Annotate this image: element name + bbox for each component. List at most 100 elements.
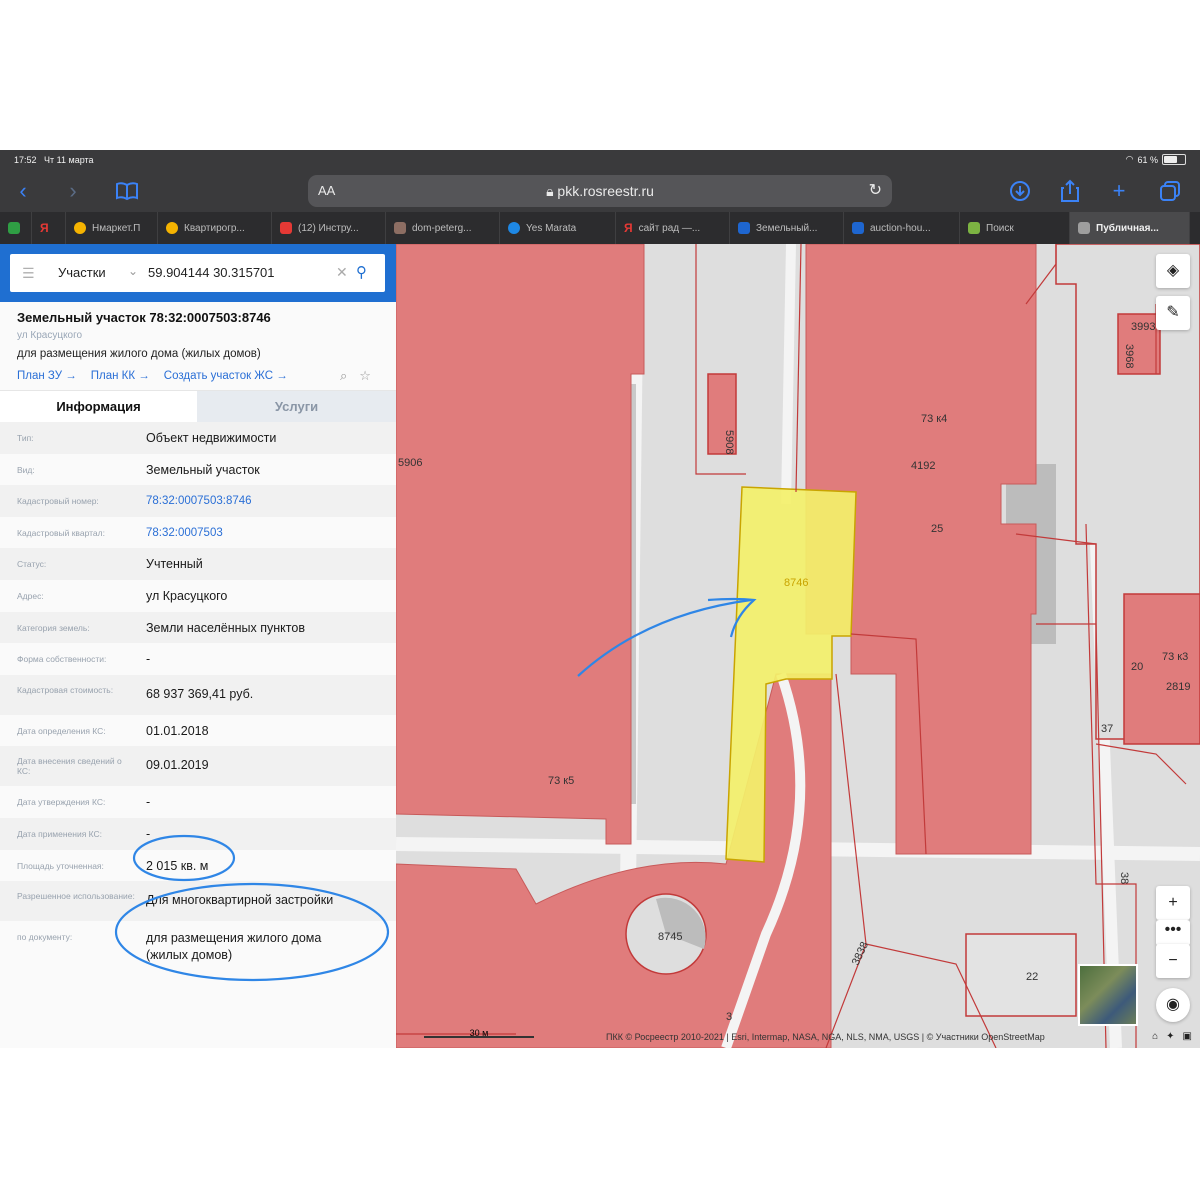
table-row: Дата определения КС: 01.01.2018 (17, 723, 209, 738)
label-37: 37 (1101, 723, 1113, 735)
tab-favicon (280, 222, 292, 234)
table-row: Форма собственности: - (17, 652, 151, 667)
address-bar[interactable]: АА 🔒︎ pkk.rosreestr.ru ↻ (308, 175, 892, 207)
chevron-down-icon[interactable]: ⌄ (128, 264, 138, 278)
tab-favicon (1078, 222, 1090, 234)
browser-tab-active[interactable]: Публичная... (1070, 212, 1190, 244)
status-time-date: 17:52 Чт 11 марта (14, 155, 94, 165)
table-row: Кадастровая стоимость: 68 937 369,41 руб. (0, 674, 396, 715)
table-row: Разрешенное использование: Для многокварт… (0, 881, 396, 922)
search-box: ☰ Участки ⌄ 59.904144 30.315701 ✕ ⚲ (10, 254, 385, 292)
more-icon[interactable]: ••• (1156, 920, 1190, 946)
tab-favicon (968, 222, 980, 234)
label-22: 22 (1026, 971, 1038, 983)
zoom-in-button[interactable]: + (1156, 886, 1190, 920)
clear-icon[interactable]: ✕ (336, 264, 348, 281)
menu-icon[interactable]: ☰ (22, 265, 35, 282)
back-button[interactable]: ‹ (8, 176, 38, 206)
table-row: Статус: Учтенный (0, 548, 396, 580)
browser-toolbar: ‹ › АА 🔒︎ pkk.rosreestr.ru ↻ + (0, 170, 1200, 212)
label-8746: 8746 (784, 577, 808, 589)
plan-zu-link[interactable]: План ЗУ → (17, 370, 77, 382)
label-3: 3 (726, 1011, 732, 1023)
create-parcel-link[interactable]: Создать участок ЖС → (164, 370, 288, 382)
ruler-icon[interactable]: ✎ (1156, 296, 1190, 330)
browser-tab[interactable]: Квартирогр... (158, 212, 272, 244)
label-73k3: 73 к3 (1162, 651, 1188, 663)
tab-favicon (852, 222, 864, 234)
parcel-address: ул Красуцкого (17, 330, 83, 341)
browser-tab[interactable]: Земельный... (730, 212, 844, 244)
label-8745: 8745 (658, 931, 682, 943)
browser-tab[interactable]: dom-peterg... (386, 212, 500, 244)
tab-favicon (394, 222, 406, 234)
tab-favicon (8, 222, 20, 234)
label-20: 20 (1131, 661, 1143, 673)
ipad-screen: 17:52 Чт 11 марта ◠ 61 % ‹ › АА 🔒︎ pkk.r… (0, 150, 1200, 1048)
attributes-table: Тип: Объект недвижимости Вид: Земельный уч… (0, 422, 396, 981)
search-input[interactable]: 59.904144 30.315701 (148, 265, 275, 280)
lock-icon: 🔒︎ (546, 183, 554, 199)
table-row: Дата внесения сведений о КС: 09.01.2019 (0, 746, 396, 787)
home-icon[interactable]: ⌂ (1152, 1031, 1158, 1042)
battery-percent: 61 % (1137, 154, 1158, 165)
layer-select[interactable]: Участки (58, 265, 106, 280)
table-row: Кадастровый номер: 78:32:0007503:8746 (0, 485, 396, 517)
browser-tab[interactable]: auction-hou... (844, 212, 960, 244)
tab-strip: Я Нмаркет.П Квартирогр... (12) Инстру...… (0, 212, 1200, 244)
browser-tab[interactable]: (12) Инстру... (272, 212, 386, 244)
scale-bar: 30 м (424, 1028, 534, 1038)
cadastral-map: 5906 5908 73 к5 8746 73 к4 4192 25 8745 … (396, 244, 1200, 1048)
reload-icon[interactable]: ↻ (869, 180, 882, 200)
table-row: Тип: Объект недвижимости (0, 422, 396, 454)
label-2819: 2819 (1166, 681, 1190, 693)
tab-information[interactable]: Информация (0, 391, 197, 422)
parcel-purpose: для размещения жилого дома (жилых домов) (17, 348, 261, 360)
plan-kk-link[interactable]: План КК → (91, 370, 150, 382)
label-25: 25 (931, 523, 943, 535)
layers-icon[interactable]: ◈ (1156, 254, 1190, 288)
status-time: 17:52 (14, 155, 37, 165)
browser-tab[interactable]: Поиск (960, 212, 1070, 244)
label-4192: 4192 (911, 460, 935, 472)
zoom-to-icon[interactable]: ⌕ (340, 368, 347, 384)
tabs-overview-icon[interactable] (1155, 176, 1185, 206)
satellite-minimap[interactable] (1078, 964, 1138, 1026)
browser-tab[interactable]: Я (32, 212, 66, 244)
label-5906: 5906 (398, 457, 422, 469)
table-row: Площадь уточненная: 2 015 кв. м (17, 858, 209, 873)
parcel-title: Земельный участок 78:32:0007503:8746 (17, 310, 271, 325)
search-header: ☰ Участки ⌄ 59.904144 30.315701 ✕ ⚲ ‹ (0, 244, 410, 302)
search-icon[interactable]: ⚲ (356, 263, 367, 281)
parcel-5906 (396, 244, 645, 845)
browser-tab[interactable]: Нмаркет.П (66, 212, 158, 244)
browser-tab[interactable] (0, 212, 32, 244)
print-icon[interactable]: ▣ (1183, 1031, 1192, 1042)
browser-tab[interactable]: Yes Marata (500, 212, 616, 244)
forward-button[interactable]: › (58, 176, 88, 206)
cadastral-quarter-link[interactable]: 78:32:0007503 (146, 527, 223, 539)
compass-icon[interactable]: ◉ (1156, 988, 1190, 1022)
label-73k4: 73 к4 (921, 413, 947, 425)
table-row: Адрес: ул Красуцкого (17, 588, 228, 603)
panel-tabs: Информация Услуги (0, 390, 396, 422)
status-bar: 17:52 Чт 11 марта ◠ 61 % (0, 150, 1200, 170)
url-text: pkk.rosreestr.ru (557, 183, 654, 199)
tab-favicon (166, 222, 178, 234)
zoom-out-button[interactable]: − (1156, 944, 1190, 978)
label-3993: 3993 (1131, 321, 1155, 333)
map-attribution: ПКК © Росреестр 2010-2021 | Esri, Interm… (606, 1032, 1045, 1042)
cadastral-number-link[interactable]: 78:32:0007503:8746 (146, 495, 252, 507)
new-tab-icon[interactable]: + (1104, 176, 1134, 206)
bookmarks-icon[interactable] (112, 176, 142, 206)
tab-services[interactable]: Услуги (197, 391, 396, 422)
share-icon[interactable] (1055, 176, 1085, 206)
locate-icon[interactable]: ✦ (1166, 1031, 1174, 1042)
star-icon[interactable]: ☆ (359, 368, 371, 384)
table-row: Вид: Земельный участок (17, 462, 260, 477)
label-3968: 3968 (1123, 344, 1135, 368)
map-canvas[interactable]: 5906 5908 73 к5 8746 73 к4 4192 25 8745 … (396, 244, 1200, 1048)
downloads-icon[interactable] (1005, 176, 1035, 206)
table-row: по документу: для размещения жилого дома … (17, 931, 322, 963)
browser-tab[interactable]: Ясайт рад —... (616, 212, 730, 244)
